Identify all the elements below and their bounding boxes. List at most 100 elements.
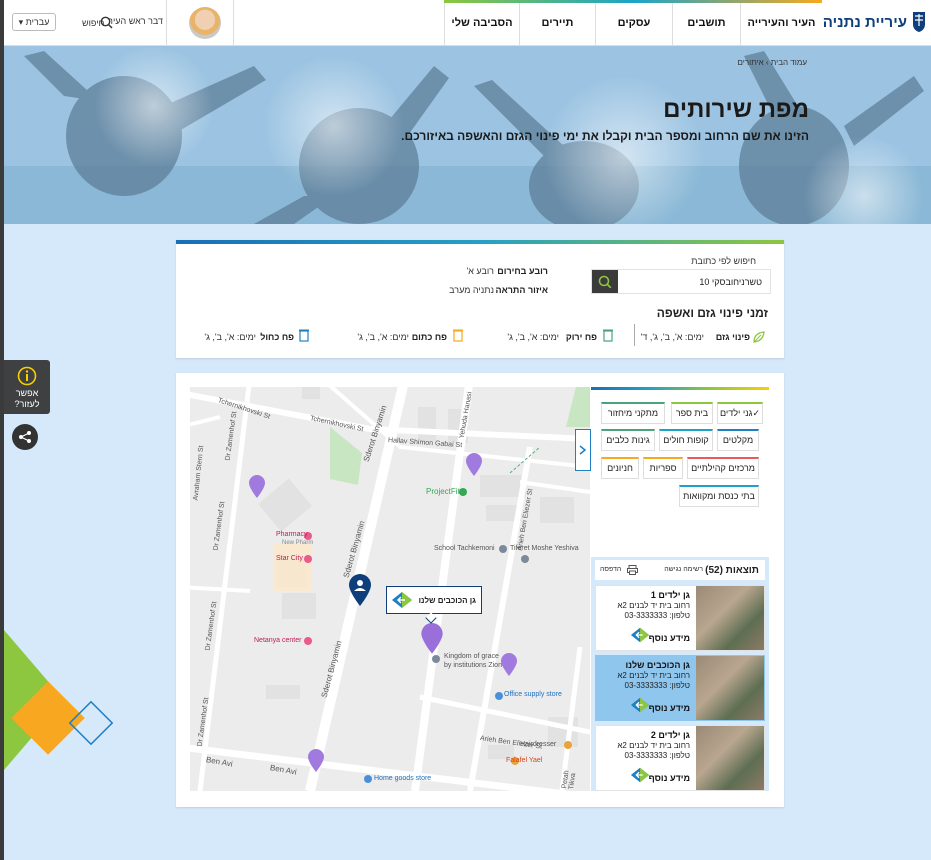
- hero-banner: עמוד הבית › איתורים מפת שירותים הזינו את…: [4, 46, 931, 224]
- page-subtitle: הזינו את שם הרחוב ומספר הבית וקבלו את ימ…: [401, 129, 809, 143]
- result-address: רחוב בית יד לבנים 2א: [617, 601, 690, 610]
- blue-bin-icon: [298, 328, 310, 347]
- arrow-left-icon[interactable]: [630, 766, 650, 784]
- green-bin-icon: [602, 328, 614, 347]
- filter-chip-label: חניונים: [607, 463, 633, 473]
- filter-chip-recycling[interactable]: מתקני מיחזור: [601, 402, 665, 424]
- result-item-selected[interactable]: גן הכוכבים שלנו רחוב בית יד לבנים 2א טלפ…: [595, 655, 765, 721]
- neighborhood-label: רובע בחירום: [497, 266, 548, 276]
- result-item[interactable]: גן ילדים 2 רחוב בית יד לבנים 2א טלפון: 0…: [595, 725, 765, 791]
- filter-chip-dog-parks[interactable]: גינות כלבים: [601, 429, 655, 451]
- results-header: תוצאות (52) רשימה נגישה הדפסה: [595, 560, 765, 580]
- address-search-button[interactable]: [592, 270, 618, 293]
- pruning-icon: [752, 330, 770, 344]
- panel-accent-bar: [591, 387, 769, 390]
- map-marker-icon[interactable]: [500, 653, 518, 677]
- blue-bin-days: ימים: א', ב', ג': [204, 332, 256, 342]
- address-search-field[interactable]: טשרניחובסקי 10: [591, 269, 771, 294]
- result-item[interactable]: גן ילדים 1 רחוב בית יד לבנים 2א טלפון: 0…: [595, 585, 765, 651]
- address-card-accent: [176, 240, 784, 244]
- map-place-label: Falafel Yael: [506, 757, 543, 764]
- green-bin-days: ימים: א', ב', ג': [507, 332, 559, 342]
- nav-residents[interactable]: תושבים: [672, 3, 740, 46]
- more-info-link[interactable]: מידע נוסף: [649, 703, 690, 713]
- panel-collapse-button[interactable]: [575, 429, 591, 471]
- orange-bin-label: פח כתום: [411, 332, 447, 342]
- search-button[interactable]: חיפוש: [66, 0, 118, 46]
- result-phone: טלפון: 03-3333333: [624, 611, 691, 620]
- arrow-left-icon[interactable]: [391, 591, 413, 609]
- map-marker-icon[interactable]: [465, 453, 483, 477]
- filter-chip-label: מתקני מיחזור: [607, 408, 659, 418]
- help-line-1: אפשר: [15, 388, 39, 398]
- more-info-link[interactable]: מידע נוסף: [649, 633, 690, 643]
- map-canvas[interactable]: Tchernikhovski St Tchernikhovski St Hall…: [190, 387, 590, 791]
- site-logo[interactable]: עיריית נתניה: [821, 0, 931, 46]
- map-place-label: Home goods store: [374, 775, 432, 782]
- user-location-icon: [349, 574, 371, 606]
- avatar: [189, 7, 221, 39]
- arrow-left-icon[interactable]: [630, 626, 650, 644]
- more-info-link[interactable]: מידע נוסף: [649, 773, 690, 783]
- info-icon: [17, 366, 37, 386]
- result-name: גן הכוכבים שלנו: [625, 660, 690, 670]
- decorative-shapes: [4, 630, 114, 770]
- help-line-2: לעזור?: [14, 399, 40, 409]
- filter-chip-kindergartens[interactable]: ✓גני ילדים: [717, 402, 763, 424]
- help-widget[interactable]: אפשר לעזור?: [4, 360, 50, 414]
- map-place-label: Star City: [276, 555, 303, 562]
- map-place-label: ProjectFit: [426, 487, 460, 496]
- result-thumbnail: [696, 726, 764, 790]
- collection-section-title: זמני פינוי גזם ואשפה: [656, 306, 768, 320]
- pruning-days: ימים: א', ב', ג', ד': [640, 332, 704, 342]
- print-icon[interactable]: [627, 565, 638, 575]
- map-popup-title: גן הכוכבים שלנו: [418, 596, 476, 605]
- result-thumbnail: [696, 656, 764, 720]
- language-select[interactable]: עברית ▾: [12, 13, 56, 31]
- breadcrumb[interactable]: עמוד הבית › איתורים: [738, 58, 807, 67]
- filter-chip-label: בתי כנסת ומקוואות: [683, 491, 755, 501]
- map-place-label: New Pharm: [282, 540, 314, 546]
- mayor-link[interactable]: דבר ראש העיר: [108, 0, 234, 46]
- nav-city[interactable]: העיר והעירייה: [740, 3, 822, 46]
- filter-chip-schools[interactable]: בית ספר: [671, 402, 713, 424]
- map-popup[interactable]: גן הכוכבים שלנו: [386, 586, 482, 624]
- arrow-left-icon[interactable]: [630, 696, 650, 714]
- map-marker-selected-icon[interactable]: [420, 623, 444, 655]
- nav-my-area[interactable]: הסביבה שלי: [444, 3, 519, 46]
- nav-tourists[interactable]: תיירים: [519, 3, 595, 46]
- filter-chip-label: גינות כלבים: [606, 435, 650, 445]
- filter-chip-label: גני ילדים: [719, 408, 753, 418]
- map-place-label: by institutions Zion: [444, 662, 502, 669]
- filter-chip-parking[interactable]: חניונים: [601, 457, 639, 479]
- result-phone: טלפון: 03-3333333: [624, 681, 691, 690]
- filter-chip-libraries[interactable]: ספריות: [643, 457, 683, 479]
- address-search-value: טשרניחובסקי 10: [699, 277, 762, 287]
- map-place-label: Kingdom of grace: [444, 653, 499, 660]
- accessible-list-link[interactable]: רשימה נגישה: [664, 566, 703, 573]
- search-icon: [598, 275, 612, 289]
- filter-chip-shelters[interactable]: מקלטים: [717, 429, 759, 451]
- alert-zone-label: איזור התראה: [495, 285, 549, 295]
- filter-chip-clinics[interactable]: קופות חולים: [659, 429, 713, 451]
- map-place-label: Hairdresser: [520, 741, 557, 748]
- orange-bin-days: ימים: א', ב', ג': [357, 332, 409, 342]
- map-marker-icon[interactable]: [307, 749, 325, 773]
- filter-chip-label: בית ספר: [675, 408, 709, 418]
- filter-chip-label: מקלטים: [722, 435, 754, 445]
- address-card: חיפוש לפי כתובת טשרניחובסקי 10 רובע בחיר…: [176, 240, 784, 358]
- services-map-card: Tchernikhovski St Tchernikhovski St Hall…: [176, 373, 784, 807]
- language-value: עברית: [25, 17, 50, 27]
- nav-business[interactable]: עסקים: [595, 3, 672, 46]
- share-button[interactable]: [12, 424, 38, 450]
- print-link[interactable]: הדפסה: [600, 566, 621, 573]
- filter-panel: ✓גני ילדים בית ספר מתקני מיחזור מקלטים ק…: [591, 387, 769, 791]
- filter-chip-community-centers[interactable]: מרכזים קהילתיים: [687, 457, 759, 479]
- result-address: רחוב בית יד לבנים 2א: [617, 741, 690, 750]
- result-name: גן ילדים 2: [650, 730, 690, 740]
- map-place-label: Tiferet Moshe Yeshiva: [510, 545, 579, 552]
- filter-chip-label: מרכזים קהילתיים: [691, 463, 755, 473]
- filter-chip-synagogues[interactable]: בתי כנסת ומקוואות: [679, 485, 759, 507]
- map-marker-icon[interactable]: [248, 475, 266, 499]
- search-address-label: חיפוש לפי כתובת: [691, 256, 756, 266]
